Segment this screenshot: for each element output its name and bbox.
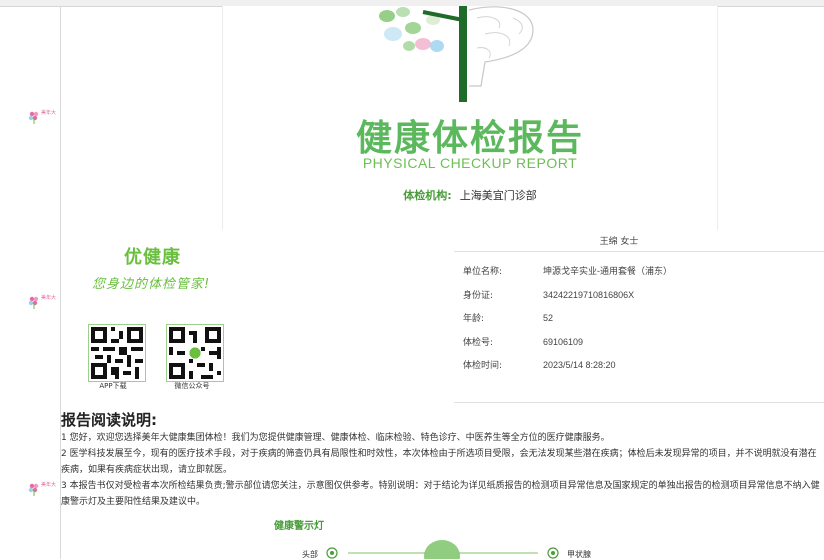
qr-caption-app: APP下载 [99, 382, 127, 390]
flower-icon [28, 483, 39, 496]
divider [454, 251, 824, 252]
info-value: 2023/5/14 8:28:20 [543, 360, 616, 370]
qr-caption-wechat: 微信公众号 [174, 382, 210, 390]
watermark-logo: 美年大 [27, 295, 61, 309]
body-diagram-icon [326, 540, 559, 559]
qr-code-icon [169, 327, 221, 379]
org-value: 上海美宜门诊部 [459, 189, 537, 202]
note-item: 1 您好，欢迎您选择美年大健康集团体检！我们为您提供健康管理、健康体检、临床检验… [61, 433, 610, 443]
info-value: 52 [543, 313, 554, 323]
tree-illustration-icon [379, 6, 534, 102]
brand-name: 优健康 [124, 247, 181, 268]
warning-light-title: 健康警示灯 [274, 521, 324, 532]
info-row: 体检号: 69106109 [463, 335, 583, 348]
info-label: 体检时间: [463, 361, 503, 371]
flower-icon [28, 296, 39, 309]
patient-info-panel: 王绵 女士 单位名称: 坤源戈辛实业-通用套餐（浦东） 身份证: 342422197… [454, 232, 824, 404]
checkup-organization: 体检机构: 上海美宜门诊部 [223, 187, 717, 203]
report-cover: 健康体检报告 PHYSICAL CHECKUP REPORT 体检机构: 上海美宜… [222, 6, 718, 230]
qr-code-icon [91, 327, 143, 379]
watermark-text: 美年大 [41, 295, 57, 301]
watermark-text: 美年大 [41, 110, 57, 116]
flower-icon [28, 111, 39, 124]
info-label: 年龄: [463, 314, 485, 324]
note-item: 3 本报告书仅对受检者本次所检结果负责;警示部位请您关注，示意图仅供参考。特别说… [61, 481, 820, 507]
qr-code-wechat[interactable] [166, 324, 224, 382]
info-row: 体检时间: 2023/5/14 8:28:20 [463, 358, 616, 371]
info-value: 坤源戈辛实业-通用套餐（浦东） [543, 266, 672, 276]
info-row: 单位名称: 坤源戈辛实业-通用套餐（浦东） [463, 264, 672, 277]
info-label: 体检号: [463, 338, 494, 348]
watermark-logo: 美年大 [27, 482, 61, 496]
brand-slogan: 您身边的体检管家! [92, 277, 211, 292]
qr-code-app[interactable] [88, 324, 146, 382]
body-label-thyroid: 甲状腺 [567, 550, 591, 559]
reading-notes: 报告阅读说明: 1 您好，欢迎您选择美年大健康集团体检！我们为您提供健康管理、健… [61, 410, 824, 510]
report-title: 健康体检报告 [355, 118, 584, 159]
notes-heading: 报告阅读说明: [61, 411, 157, 429]
info-label: 身份证: [463, 291, 494, 301]
note-item: 2 医学科技发展至今，现有的医疗技术手段，对于疾病的筛查仍具有局限性和时效性，本… [61, 449, 817, 475]
info-value: 34242219710816806X [543, 290, 635, 300]
watermark-logo: 美年大 [27, 110, 61, 124]
info-label: 单位名称: [463, 267, 503, 277]
info-row: 身份证: 34242219710816806X [463, 288, 634, 301]
patient-name: 王绵 女士 [599, 237, 639, 247]
info-row: 年龄: 52 [463, 311, 553, 324]
info-value: 69106109 [543, 337, 584, 347]
report-subtitle: PHYSICAL CHECKUP REPORT [362, 155, 578, 171]
body-label-head: 头部 [302, 550, 318, 559]
divider [454, 402, 824, 403]
org-label: 体检机构: [403, 189, 452, 202]
watermark-text: 美年大 [41, 482, 57, 488]
